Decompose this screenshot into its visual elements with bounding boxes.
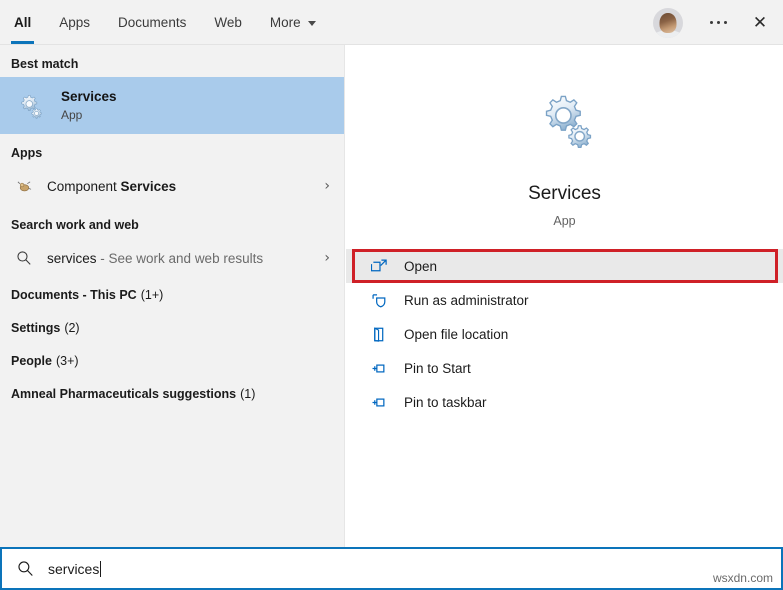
category-settings[interactable]: Settings (2) [0, 311, 344, 344]
folder-open-icon [368, 326, 390, 343]
web-search-header: Search work and web [0, 206, 344, 238]
action-open[interactable]: Open [346, 249, 783, 283]
avatar[interactable] [653, 8, 683, 38]
tab-web[interactable]: Web [200, 0, 256, 45]
list-item-web-suggestion[interactable]: services - See work and web results › [0, 238, 344, 278]
category-documents-this-pc[interactable]: Documents - This PC (1+) [0, 278, 344, 311]
gears-icon [346, 87, 783, 153]
action-label: Pin to taskbar [404, 395, 487, 410]
action-label: Pin to Start [404, 361, 471, 376]
web-suggestion-label: services - See work and web results [47, 251, 324, 266]
action-label: Run as administrator [404, 293, 529, 308]
search-icon [2, 560, 48, 577]
text-cursor [100, 561, 101, 577]
component-services-prefix: Component [47, 179, 121, 194]
search-input[interactable]: services [48, 561, 101, 577]
tab-all[interactable]: All [0, 0, 45, 45]
tab-more[interactable]: More [256, 0, 330, 45]
gears-icon [11, 93, 49, 119]
category-label: People [11, 354, 52, 368]
category-label: Settings [11, 321, 60, 335]
component-services-icon [11, 179, 37, 194]
action-pin-to-start[interactable]: Pin to Start [346, 351, 783, 385]
apps-header: Apps [0, 134, 344, 166]
category-count: (3+) [56, 354, 79, 368]
category-label: Documents - This PC [11, 288, 137, 302]
tab-apps-label: Apps [59, 15, 90, 30]
search-icon [11, 250, 37, 266]
action-label: Open file location [404, 327, 508, 342]
action-open-file-location[interactable]: Open file location [346, 317, 783, 351]
app-actions-list: Open Run as administrator [346, 249, 783, 419]
action-pin-to-taskbar[interactable]: Pin to taskbar [346, 385, 783, 419]
action-run-as-administrator[interactable]: Run as administrator [346, 283, 783, 317]
web-suggestion-query: services [47, 251, 97, 266]
app-preview: Services App [346, 45, 783, 228]
web-suggestion-suffix: - See work and web results [97, 251, 264, 266]
category-people[interactable]: People (3+) [0, 344, 344, 377]
category-count: (2) [64, 321, 79, 335]
search-input-value: services [48, 561, 99, 577]
chevron-right-icon[interactable]: › [324, 178, 330, 194]
close-icon[interactable]: ✕ [737, 0, 783, 45]
more-options-icon[interactable] [701, 0, 735, 45]
search-input-bar[interactable]: services wsxdn.com [0, 547, 783, 590]
best-match-subtitle: App [61, 107, 117, 124]
tab-web-label: Web [214, 15, 242, 30]
category-count: (1+) [141, 288, 164, 302]
windows-search-panel: All Apps Documents Web More [0, 0, 783, 590]
category-amneal-suggestions[interactable]: Amneal Pharmaceuticals suggestions (1) [0, 377, 344, 410]
avatar-face [660, 13, 677, 33]
list-item-label: Component Services [47, 179, 324, 194]
top-right-controls: ✕ [653, 0, 783, 45]
open-in-new-window-icon [368, 258, 390, 275]
best-match-text: Services App [61, 88, 117, 124]
tab-documents[interactable]: Documents [104, 0, 200, 45]
watermark: wsxdn.com [713, 571, 773, 585]
tab-all-label: All [14, 15, 31, 30]
action-label: Open [404, 259, 437, 274]
list-item-component-services[interactable]: Component Services › [0, 166, 344, 206]
best-match-result-services[interactable]: Services App [0, 77, 344, 134]
search-tabs-bar: All Apps Documents Web More [0, 0, 783, 45]
preview-pane: Services App Open [346, 45, 783, 547]
best-match-header: Best match [0, 45, 344, 77]
category-count: (1) [240, 387, 255, 401]
results-list-pane: Best match [0, 45, 345, 547]
category-label: Amneal Pharmaceuticals suggestions [11, 387, 236, 401]
preview-title: Services [346, 183, 783, 205]
chevron-right-icon[interactable]: › [324, 250, 330, 266]
chevron-down-icon [308, 21, 316, 26]
component-services-match: Services [121, 179, 177, 194]
tab-apps[interactable]: Apps [45, 0, 104, 45]
best-match-title: Services [61, 88, 117, 105]
shield-icon [368, 292, 390, 309]
tab-strip: All Apps Documents Web More [0, 0, 330, 45]
tab-documents-label: Documents [118, 15, 186, 30]
pin-icon [368, 394, 390, 411]
pin-icon [368, 360, 390, 377]
tab-more-label: More [270, 15, 301, 30]
tab-active-underline [11, 41, 34, 44]
preview-subtitle: App [346, 214, 783, 228]
